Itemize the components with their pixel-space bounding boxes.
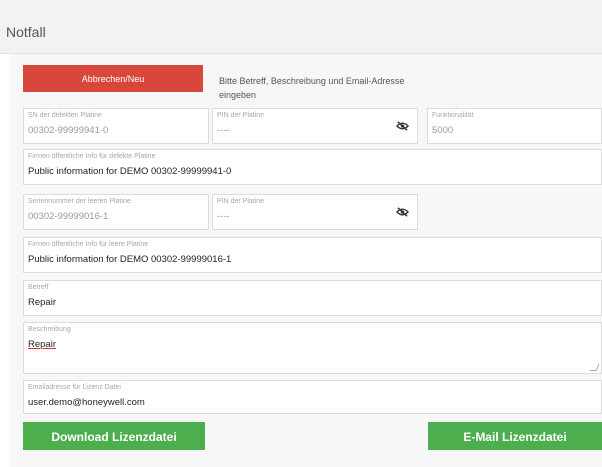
empty-pin-label: PIN der Platine [217, 198, 265, 205]
defective-sn-label: SN der defekten Platine [28, 112, 102, 119]
resize-handle[interactable] [589, 364, 600, 371]
empty-info-label: Firmen öffentliche Info für leere Platin… [28, 241, 149, 248]
empty-pin-field[interactable]: PIN der Platine ---- [212, 194, 418, 230]
defective-sn-field[interactable]: SN der defekten Platine 00302-99999941-0 [23, 108, 209, 144]
defective-pin-field[interactable]: PIN der Platine ---- [212, 108, 418, 144]
page-header: Notfall [0, 0, 602, 54]
download-license-button[interactable]: Download Lizenzdatei [23, 422, 205, 450]
defective-sn-value: 00302-99999941-0 [28, 125, 109, 136]
subject-field[interactable]: Betreff Repair [23, 280, 602, 316]
defective-info-field[interactable]: Firmen öffentliche Info für defekte Plat… [23, 149, 602, 185]
page-title: Notfall [6, 24, 46, 40]
description-field[interactable]: Beschreibung Repair [23, 322, 602, 374]
empty-sn-field[interactable]: Seriennummer der leeren Platine 00302-99… [23, 194, 209, 230]
functionality-value: 5000 [432, 125, 454, 136]
empty-sn-value: 00302-99999016-1 [28, 211, 109, 222]
defective-info-label: Firmen öffentliche Info für defekte Plat… [28, 153, 156, 160]
subject-value: Repair [28, 297, 56, 308]
email-license-button[interactable]: E-Mail Lizenzdatei [428, 422, 602, 450]
email-label: Emailadresse für Lizenz Datei [28, 384, 121, 391]
empty-info-field[interactable]: Firmen öffentliche Info für leere Platin… [23, 237, 602, 273]
functionality-field[interactable]: Funktionalität 5000 [427, 108, 602, 144]
functionality-label: Funktionalität [432, 112, 474, 119]
instruction-text: Bitte Betreff, Beschreibung und Email-Ad… [219, 76, 405, 100]
defective-info-value: Public information for DEMO 00302-999999… [28, 166, 232, 177]
eye-slash-icon[interactable] [396, 121, 409, 131]
description-value: Repair [28, 339, 56, 350]
subject-label: Betreff [28, 284, 49, 291]
empty-sn-label: Seriennummer der leeren Platine [28, 198, 131, 205]
empty-pin-value: ---- [217, 211, 230, 222]
eye-slash-icon[interactable] [396, 207, 409, 217]
empty-info-value: Public information for DEMO 00302-999990… [28, 254, 232, 265]
cancel-new-button[interactable]: Abbrechen/Neu [23, 65, 203, 92]
email-field[interactable]: Emailadresse für Lizenz Datei user.demo@… [23, 380, 602, 414]
defective-pin-value: ---- [217, 125, 230, 136]
defective-pin-label: PIN der Platine [217, 112, 265, 119]
email-value: user.demo@honeywell.com [28, 397, 145, 408]
description-label: Beschreibung [28, 326, 71, 333]
